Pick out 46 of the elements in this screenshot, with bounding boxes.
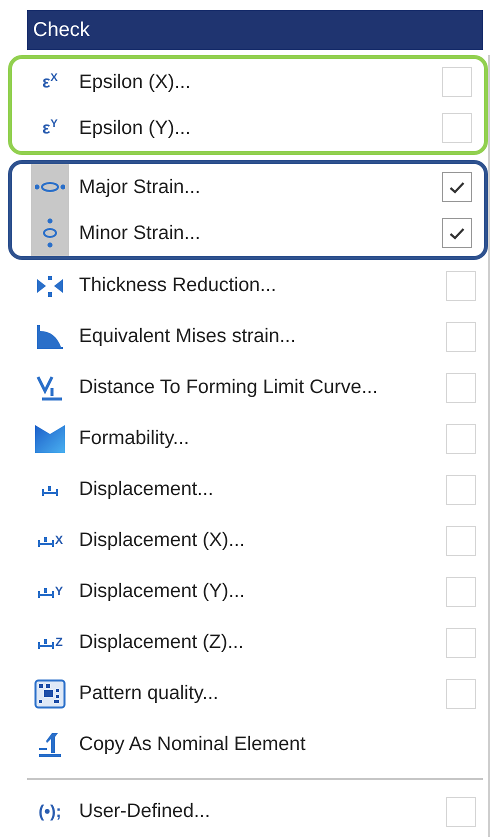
checkbox[interactable]	[446, 270, 476, 300]
menu-item[interactable]: Major Strain...	[79, 176, 442, 198]
epsilon-icon: ε$^{Y}$	[42, 119, 58, 137]
checkbox[interactable]	[446, 628, 476, 658]
arrows-icon	[36, 274, 64, 298]
menu-item[interactable]: Displacement (Z)...	[79, 631, 446, 654]
axis-label: X	[54, 534, 63, 546]
epsilon-icon: ε$^{X}$	[42, 73, 58, 91]
menu-item[interactable]: User-Defined...	[79, 800, 446, 823]
ellipse-icon	[35, 180, 65, 194]
menu-title: Check	[27, 10, 483, 50]
element-icon	[38, 730, 62, 758]
curve-icon	[36, 374, 64, 402]
menu-item[interactable]: Pattern quality...	[79, 682, 446, 705]
pattern-icon	[34, 678, 66, 708]
menu-item[interactable]: Displacement (Y)...	[79, 580, 446, 603]
checkbox[interactable]	[446, 322, 476, 352]
checkbox[interactable]	[446, 796, 476, 826]
checkbox[interactable]	[446, 372, 476, 402]
menu-item[interactable]: Minor Strain...	[79, 222, 442, 244]
checkmark-icon	[449, 226, 465, 240]
checkbox[interactable]	[446, 678, 476, 708]
menu-item[interactable]: Copy As Nominal Element	[79, 733, 488, 756]
axis-label: Z	[55, 636, 63, 648]
menu-item[interactable]: Equivalent Mises strain...	[79, 325, 446, 348]
checkbox[interactable]	[446, 424, 476, 454]
axis-label: Y	[54, 584, 63, 596]
checkbox[interactable]	[442, 172, 472, 202]
formula-icon: (•);	[38, 803, 62, 820]
checkbox[interactable]	[446, 576, 476, 606]
sheet-icon	[34, 424, 66, 454]
ellipse-icon	[42, 218, 58, 248]
menu-item[interactable]: Thickness Reduction...	[79, 274, 446, 297]
menu-item[interactable]: Displacement (X)...	[79, 529, 446, 552]
checkbox[interactable]	[442, 67, 472, 97]
checkbox[interactable]	[442, 218, 472, 248]
menu-item[interactable]: Epsilon (Y)...	[79, 116, 442, 140]
menu-item[interactable]: Formability...	[79, 427, 446, 450]
menu-item[interactable]: Displacement...	[79, 478, 446, 501]
checkbox[interactable]	[442, 113, 472, 143]
menu-item[interactable]: Epsilon (X)...	[79, 70, 442, 94]
checkmark-icon	[449, 180, 465, 194]
menu-item[interactable]: Distance To Forming Limit Curve...	[79, 376, 446, 399]
checkbox[interactable]	[446, 526, 476, 556]
curve-icon	[35, 322, 65, 350]
checkbox[interactable]	[446, 474, 476, 504]
